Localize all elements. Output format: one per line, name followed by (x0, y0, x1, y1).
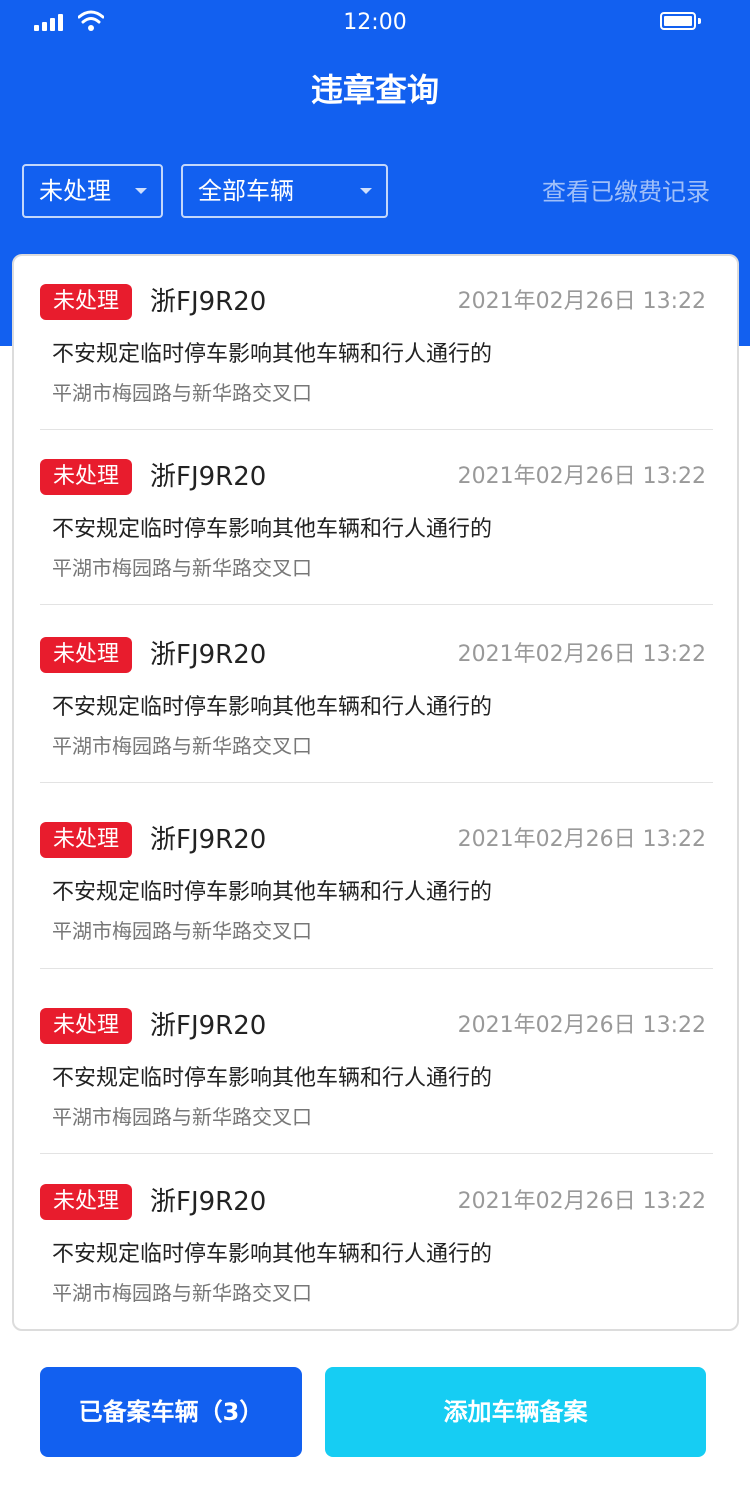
violation-description: 不安规定临时停车影响其他车辆和行人通行的 (52, 517, 493, 542)
violation-location: 平湖市梅园路与新华路交叉口 (52, 1105, 312, 1129)
plate-number: 浙FJ9R20 (150, 1187, 267, 1217)
divider (40, 968, 713, 969)
status-badge: 未处理 (40, 637, 132, 673)
plate-number: 浙FJ9R20 (150, 462, 267, 492)
violation-location: 平湖市梅园路与新华路交叉口 (52, 381, 312, 405)
violation-time: 2021年02月26日 13:22 (457, 289, 706, 314)
status-filter-select[interactable]: 未处理 (22, 164, 163, 218)
violation-time: 2021年02月26日 13:22 (457, 1013, 706, 1038)
status-badge: 未处理 (40, 822, 132, 858)
violation-location: 平湖市梅园路与新华路交叉口 (52, 734, 312, 758)
plate-number: 浙FJ9R20 (150, 287, 267, 317)
violation-time: 2021年02月26日 13:22 (457, 1189, 706, 1214)
vehicle-filter-select[interactable]: 全部车辆 (181, 164, 388, 218)
violation-time: 2021年02月26日 13:22 (457, 464, 706, 489)
violation-description: 不安规定临时停车影响其他车辆和行人通行的 (52, 695, 493, 720)
violation-time: 2021年02月26日 13:22 (457, 827, 706, 852)
caret-down-icon (135, 188, 147, 194)
plate-number: 浙FJ9R20 (150, 825, 267, 855)
violation-description: 不安规定临时停车影响其他车辆和行人通行的 (52, 1066, 493, 1091)
status-badge: 未处理 (40, 1008, 132, 1044)
vehicle-filter-value: 全部车辆 (198, 177, 294, 205)
status-filter-value: 未处理 (39, 177, 111, 205)
status-badge: 未处理 (40, 1184, 132, 1220)
status-time: 12:00 (343, 10, 407, 35)
violation-time: 2021年02月26日 13:22 (457, 642, 706, 667)
fee-record-link[interactable]: 查看已缴费记录 (542, 176, 710, 208)
divider (40, 429, 713, 430)
violation-location: 平湖市梅园路与新华路交叉口 (52, 556, 312, 580)
battery-tip (698, 18, 701, 24)
battery-icon (660, 12, 696, 30)
divider (40, 782, 713, 783)
plate-number: 浙FJ9R20 (150, 1011, 267, 1041)
violation-description: 不安规定临时停车影响其他车辆和行人通行的 (52, 342, 493, 367)
caret-down-icon (360, 188, 372, 194)
page-title: 违章查询 (310, 71, 439, 109)
registered-vehicles-button[interactable]: 已备案车辆（3） (40, 1367, 302, 1457)
violation-description: 不安规定临时停车影响其他车辆和行人通行的 (52, 1242, 493, 1267)
violation-location: 平湖市梅园路与新华路交叉口 (52, 1281, 312, 1305)
divider (40, 1153, 713, 1154)
violation-location: 平湖市梅园路与新华路交叉口 (52, 919, 312, 943)
add-vehicle-record-button[interactable]: 添加车辆备案 (325, 1367, 706, 1457)
divider (40, 604, 713, 605)
plate-number: 浙FJ9R20 (150, 640, 267, 670)
status-badge: 未处理 (40, 459, 132, 495)
violation-description: 不安规定临时停车影响其他车辆和行人通行的 (52, 880, 493, 905)
status-badge: 未处理 (40, 284, 132, 320)
violation-list: 未处理 浙FJ9R20 2021年02月26日 13:22 不安规定临时停车影响… (12, 254, 739, 1331)
